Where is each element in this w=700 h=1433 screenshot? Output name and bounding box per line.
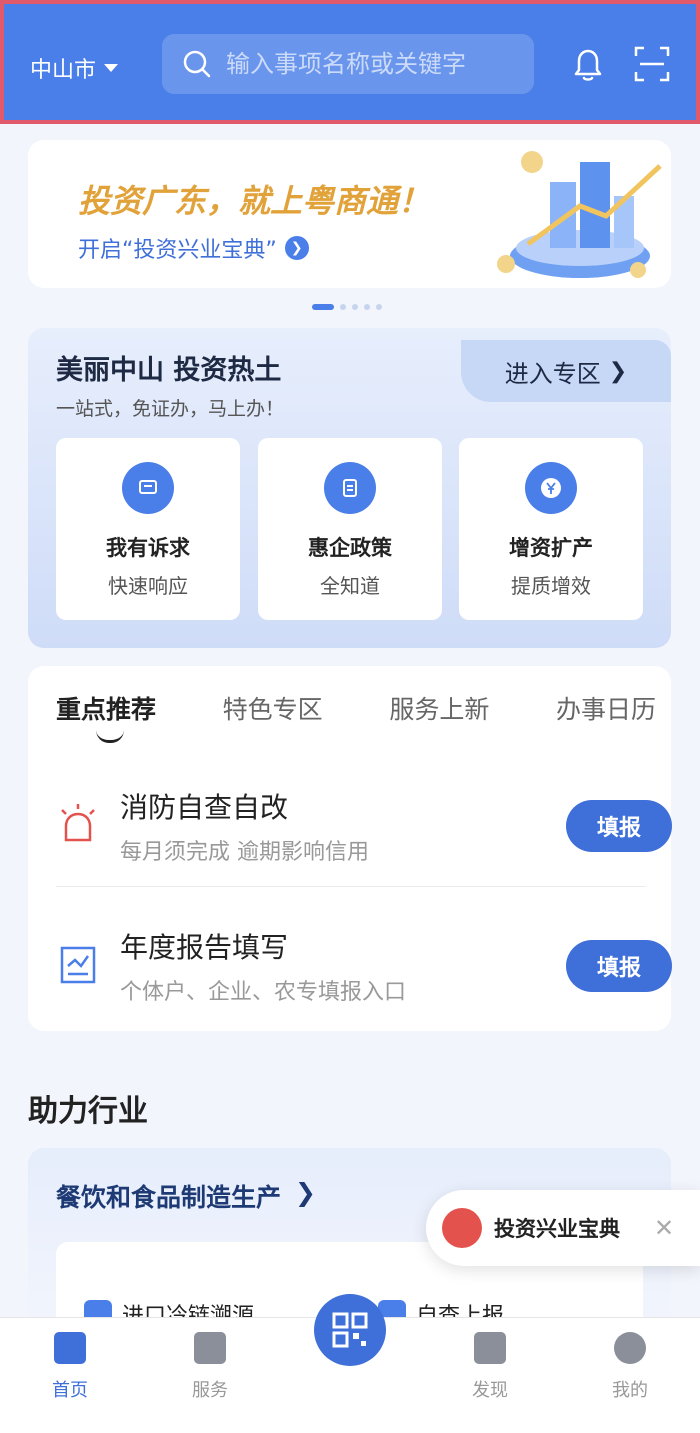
search-bar[interactable] <box>162 34 534 94</box>
tab-featured[interactable]: 重点推荐 <box>56 690 156 743</box>
item-subtitle: 每月须完成 逾期影响信用 <box>120 840 369 865</box>
chevron-right-icon: ❯ <box>295 1178 316 1207</box>
divider <box>56 886 646 887</box>
nav-item-discover[interactable]: 发现 <box>450 1332 530 1402</box>
nav-label: 服务 <box>192 1380 228 1401</box>
fill-button[interactable]: 填报 <box>566 800 672 852</box>
discover-icon <box>474 1332 506 1364</box>
card-subtitle: 提质增效 <box>511 574 591 598</box>
industry-card-title: 餐饮和食品制造生产 <box>56 1183 282 1212</box>
carousel-dot[interactable] <box>352 304 358 310</box>
search-icon <box>183 50 211 78</box>
search-input[interactable] <box>226 50 516 78</box>
arrow-right-icon: ❯ <box>284 236 309 260</box>
card-subtitle: 快速响应 <box>108 574 188 598</box>
card-title: 我有诉求 <box>106 536 190 560</box>
item-title: 年度报告填写 <box>120 931 289 964</box>
card-title: 惠企政策 <box>308 536 392 560</box>
zone-title: 美丽中山 投资热土 <box>56 355 282 386</box>
carousel-dot[interactable] <box>364 304 370 310</box>
card-appeal[interactable]: 我有诉求 快速响应 <box>56 438 240 620</box>
top-header: 中山市 <box>0 0 700 124</box>
nav-item-profile[interactable]: 我的 <box>590 1332 670 1402</box>
message-icon <box>122 462 174 514</box>
city-selector[interactable]: 中山市 <box>30 52 119 84</box>
investment-zone: 进入专区 ❯ 美丽中山 投资热土 一站式，免证办，马上办！ 我有诉求 快速响应 … <box>28 328 671 648</box>
carousel-dot[interactable] <box>376 304 382 310</box>
nav-label: 发现 <box>472 1380 508 1401</box>
list-item-fire-check[interactable]: 消防自查自改 每月须完成 逾期影响信用 填报 <box>56 774 672 884</box>
nav-label: 首页 <box>52 1380 88 1401</box>
promo-banner[interactable]: 投资广东，就上粤商通！ 开启“投资兴业宝典” ❯ <box>28 140 671 288</box>
enter-zone-button[interactable]: 进入专区 ❯ <box>461 340 671 402</box>
zone-subtitle: 一站式，免证办，马上办！ <box>56 398 285 420</box>
profile-icon <box>614 1332 646 1364</box>
card-policy[interactable]: 惠企政策 全知道 <box>258 438 442 620</box>
home-icon <box>54 1332 86 1364</box>
guide-logo-icon <box>442 1208 482 1248</box>
scan-icon[interactable] <box>630 42 674 86</box>
fill-button[interactable]: 填报 <box>566 940 672 992</box>
close-icon[interactable]: ✕ <box>654 1214 674 1242</box>
carousel-indicator <box>312 304 382 310</box>
nav-item-home[interactable]: 首页 <box>30 1332 110 1402</box>
tab-special[interactable]: 特色专区 <box>223 690 323 726</box>
alarm-icon <box>61 804 95 842</box>
recommend-tabs: 重点推荐 特色专区 服务上新 办事日历 <box>56 690 656 743</box>
yuan-icon <box>525 462 577 514</box>
item-title: 消防自查自改 <box>120 791 289 824</box>
tab-calendar[interactable]: 办事日历 <box>556 690 656 726</box>
section-title-industry: 助力行业 <box>28 1094 148 1129</box>
floating-label: 投资兴业宝典 <box>494 1217 620 1241</box>
banner-title: 投资广东，就上粤商通！ <box>78 182 431 220</box>
bookmark-icon <box>194 1332 226 1364</box>
qr-code-icon <box>332 1312 368 1348</box>
chevron-right-icon: ❯ <box>608 358 628 384</box>
city-illustration-icon <box>497 151 662 278</box>
recommend-panel: 重点推荐 特色专区 服务上新 办事日历 消防自查自改 每月须完成 逾期影响信用 … <box>28 666 672 1031</box>
caret-down-icon <box>104 64 119 72</box>
bottom-nav: 首页 服务 发现 我的 <box>0 1294 700 1433</box>
carousel-dot[interactable] <box>312 304 334 310</box>
card-title: 增资扩产 <box>509 536 593 560</box>
banner-link[interactable]: 开启“投资兴业宝典” ❯ <box>78 232 309 264</box>
item-subtitle: 个体户、企业、农专填报入口 <box>120 980 407 1005</box>
report-chart-icon <box>60 946 96 984</box>
nav-label: 我的 <box>612 1380 648 1401</box>
bell-icon[interactable] <box>566 42 610 86</box>
document-icon <box>324 462 376 514</box>
card-expansion[interactable]: 增资扩产 提质增效 <box>459 438 643 620</box>
tab-new-services[interactable]: 服务上新 <box>389 690 489 726</box>
enter-zone-label: 进入专区 <box>504 359 601 388</box>
industry-card-header[interactable]: 餐饮和食品制造生产 ❯ <box>56 1178 316 1214</box>
card-subtitle: 全知道 <box>320 574 380 598</box>
banner-subtitle: 开启“投资兴业宝典” <box>78 238 277 263</box>
carousel-dot[interactable] <box>340 304 346 310</box>
nav-item-services[interactable]: 服务 <box>170 1332 250 1402</box>
city-label: 中山市 <box>30 58 97 83</box>
qr-code-button[interactable] <box>314 1294 386 1366</box>
floating-guide-button[interactable]: 投资兴业宝典 ✕ <box>426 1190 700 1266</box>
list-item-annual-report[interactable]: 年度报告填写 个体户、企业、农专填报入口 填报 <box>56 914 672 1024</box>
